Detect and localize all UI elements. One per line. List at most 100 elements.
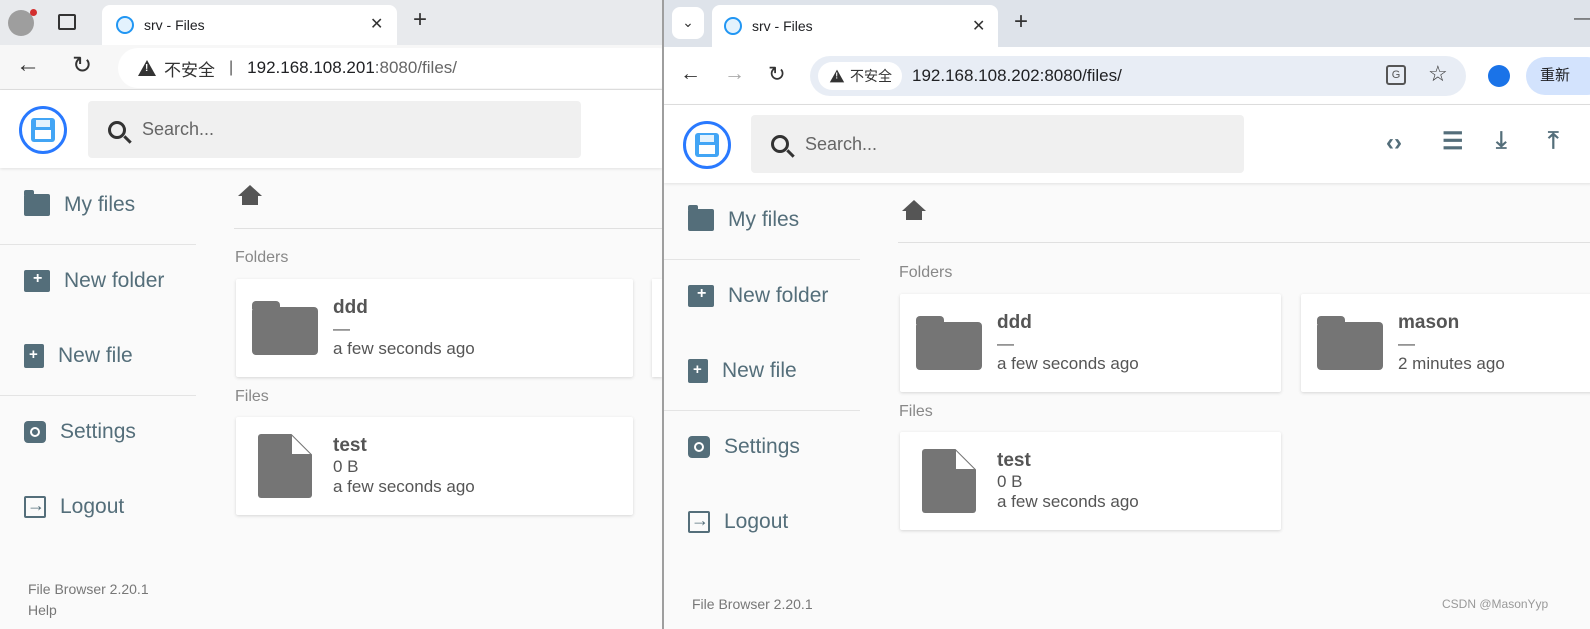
logout-icon [688,510,710,533]
url-separator: | [229,59,234,76]
sidebar-label: Logout [724,510,789,533]
insecure-label: 不安全 [164,60,215,80]
search-box[interactable] [88,101,581,158]
item-name: test [333,435,367,456]
sidebar-item-new-folder[interactable]: New folder [688,284,828,308]
address-bar-row: ← ↻ 不安全 | 192.168.108.201 :8080/files/ [0,45,662,90]
bookmark-star-icon[interactable]: ☆ [1428,61,1448,87]
url-host: 192.168.108.201 [247,58,375,77]
folders-heading: Folders [899,264,953,281]
sidebar-label: My files [64,193,136,216]
search-input[interactable] [805,133,1185,155]
minimize-icon[interactable]: — [1574,10,1590,28]
sidebar-item-my-files[interactable]: My files [688,205,800,232]
sidebar-item-settings[interactable]: Settings [688,435,800,459]
sidebar-label: Settings [724,435,800,458]
list-view-icon[interactable]: ☰ [1442,127,1464,156]
reload-icon[interactable]: ↻ [72,51,92,80]
floppy-disk-icon [695,133,719,157]
help-link[interactable]: Help [28,600,149,621]
file-card-test[interactable]: test 0 B a few seconds ago [236,417,633,515]
sidebar-item-logout[interactable]: Logout [24,495,124,519]
omnibox[interactable]: 不安全 | 192.168.108.201 :8080/files/ [118,48,662,88]
folder-card-mason[interactable]: mason — 2 minutes ago [1301,294,1590,392]
omnibox[interactable]: 不安全 192.168.108.202:8080/files/ G ☆ [810,56,1466,96]
sidebar-item-logout[interactable]: Logout [688,510,788,534]
back-icon[interactable]: ← [680,62,701,86]
item-size: — [997,334,1014,353]
new-tab-icon[interactable]: + [1014,8,1028,36]
translate-icon[interactable]: G [1386,65,1406,85]
sidebar-item-new-file[interactable]: New file [24,344,133,368]
code-icon[interactable]: ‹› [1386,129,1402,157]
folder-icon [688,205,714,231]
new-folder-icon [24,270,50,292]
sidebar-label: Settings [60,420,136,443]
tab-title: srv - Files [752,18,813,34]
new-file-icon [688,359,708,383]
folder-card-ddd[interactable]: ddd — a few seconds ago [236,279,633,377]
sidebar-label: Logout [60,495,125,518]
search-box[interactable] [751,115,1244,173]
tab-actions-icon[interactable] [58,14,76,30]
item-name: ddd [333,297,368,318]
download-icon[interactable]: ⤓ [1496,127,1507,155]
item-name: mason [1398,312,1460,333]
search-input[interactable] [142,119,522,140]
new-file-icon [24,344,44,368]
sidebar-divider [664,410,860,411]
folder-icon [24,190,50,216]
file-icon [258,434,312,498]
item-modified: a few seconds ago [997,354,1139,373]
close-tab-icon[interactable]: ✕ [972,16,985,36]
home-icon[interactable] [238,185,262,207]
sidebar-footer: File Browser 2.20.1 Help [28,579,149,621]
tab-srv-files[interactable]: srv - Files ✕ [102,5,397,45]
relaunch-button[interactable]: 重新 [1526,57,1590,95]
sidebar-item-settings[interactable]: Settings [24,420,136,444]
search-icon [108,120,126,139]
tab-srv-files[interactable]: srv - Files ✕ [712,5,998,47]
files-heading: Files [899,403,933,420]
security-warning[interactable]: 不安全 [818,62,902,90]
app-header: ‹› ☰ ⤓ ⤒ [664,105,1590,183]
security-warning[interactable]: 不安全 [138,56,215,81]
filebrowser-logo[interactable] [683,121,731,169]
right-browser-window: ⌄ srv - Files ✕ + — ← → ↻ 不安全 192.168.10… [662,0,1590,629]
folders-heading: Folders [235,249,289,266]
profile-icon[interactable] [1488,65,1510,87]
folder-icon [1317,316,1383,370]
left-browser-window: srv - Files ✕ + ← ↻ 不安全 | 192.168.108.20… [0,0,662,629]
sidebar-label: New folder [64,269,165,292]
version-label: File Browser 2.20.1 [692,596,813,612]
sidebar-divider [664,259,860,260]
warning-icon [138,60,156,76]
tab-bar: ⌄ srv - Files ✕ + — [664,0,1590,47]
sidebar-item-my-files[interactable]: My files [24,190,136,217]
tab-search-icon[interactable]: ⌄ [672,7,704,39]
upload-icon[interactable]: ⤒ [1548,127,1559,155]
item-modified: a few seconds ago [333,477,475,496]
home-icon[interactable] [902,200,926,222]
floppy-disk-icon [31,118,55,142]
item-size: 0 B [997,472,1023,491]
settings-icon [688,436,710,458]
files-heading: Files [235,388,269,405]
back-icon[interactable]: ← [16,51,40,79]
filebrowser-logo[interactable] [19,106,67,154]
sidebar-item-new-file[interactable]: New file [688,359,797,383]
sidebar-item-new-folder[interactable]: New folder [24,269,164,293]
item-size: — [333,319,350,338]
sidebar-footer: File Browser 2.20.1 [692,594,813,615]
close-tab-icon[interactable]: ✕ [370,14,383,34]
url-text: 192.168.108.202:8080/files/ [912,66,1122,85]
new-tab-icon[interactable]: + [413,6,427,34]
address-bar-row: ← → ↻ 不安全 192.168.108.202:8080/files/ G … [664,47,1590,105]
reload-icon[interactable]: ↻ [768,62,786,87]
file-card-test[interactable]: test 0 B a few seconds ago [900,432,1281,530]
folder-card-ddd[interactable]: ddd — a few seconds ago [900,294,1281,392]
url-path: :8080/files/ [374,58,458,77]
new-folder-icon [688,285,714,307]
sidebar-label: My files [728,208,800,231]
sidebar-label: New file [722,359,797,382]
